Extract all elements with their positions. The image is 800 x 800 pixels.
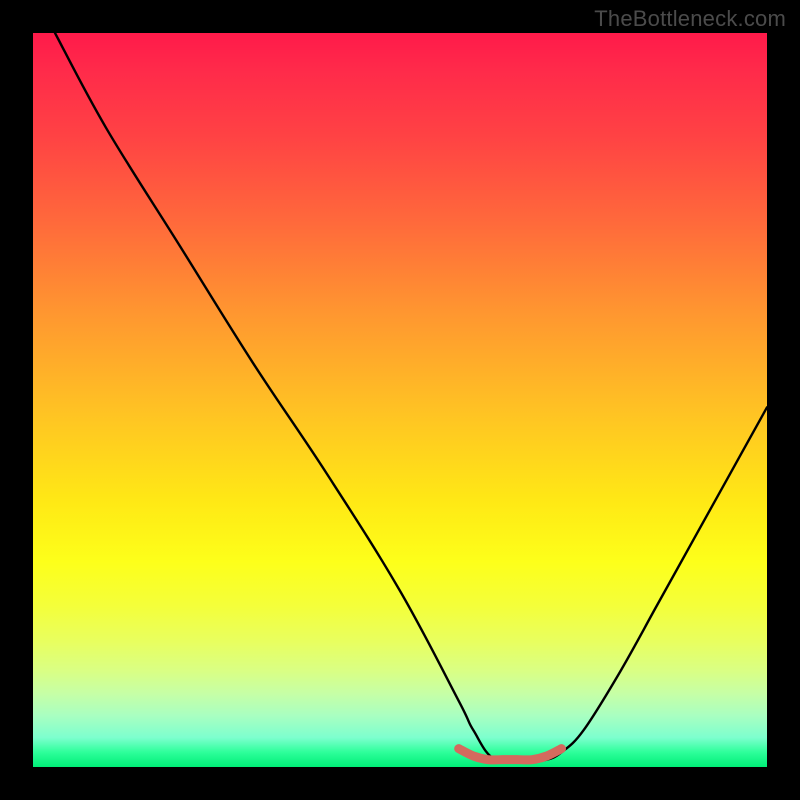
plot-area	[33, 33, 767, 767]
chart-frame: TheBottleneck.com	[0, 0, 800, 800]
watermark-text: TheBottleneck.com	[594, 6, 786, 32]
optimal-range-path	[459, 749, 562, 760]
bottleneck-curve-path	[55, 33, 767, 762]
chart-svg	[33, 33, 767, 767]
